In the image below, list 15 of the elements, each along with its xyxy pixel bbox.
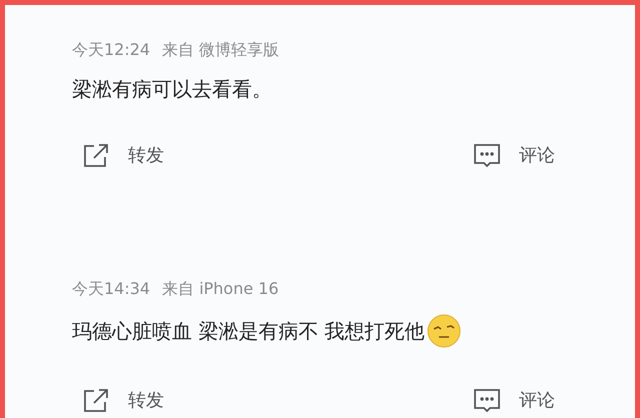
post-time: 今天14:34 bbox=[72, 279, 150, 299]
post-source: 来自 iPhone 16 bbox=[162, 279, 279, 299]
share-icon[interactable] bbox=[82, 143, 110, 169]
forward-button[interactable]: 转发 bbox=[82, 388, 164, 414]
comment-button[interactable]: 评论 bbox=[473, 143, 555, 169]
emoji-icon bbox=[426, 314, 461, 348]
post-text: 梁淞有病可以去看看。 bbox=[72, 76, 272, 103]
post-source: 来自 微博轻享版 bbox=[162, 40, 280, 60]
post-time: 今天12:24 bbox=[72, 40, 150, 60]
comment-icon[interactable] bbox=[473, 143, 501, 169]
comment-icon[interactable] bbox=[473, 388, 501, 414]
share-icon[interactable] bbox=[82, 388, 110, 414]
comment-button[interactable]: 评论 bbox=[473, 388, 555, 414]
forward-button[interactable]: 转发 bbox=[82, 143, 164, 169]
post-text: 玛德心脏喷血 梁淞是有病不 我想打死他 bbox=[72, 318, 425, 345]
